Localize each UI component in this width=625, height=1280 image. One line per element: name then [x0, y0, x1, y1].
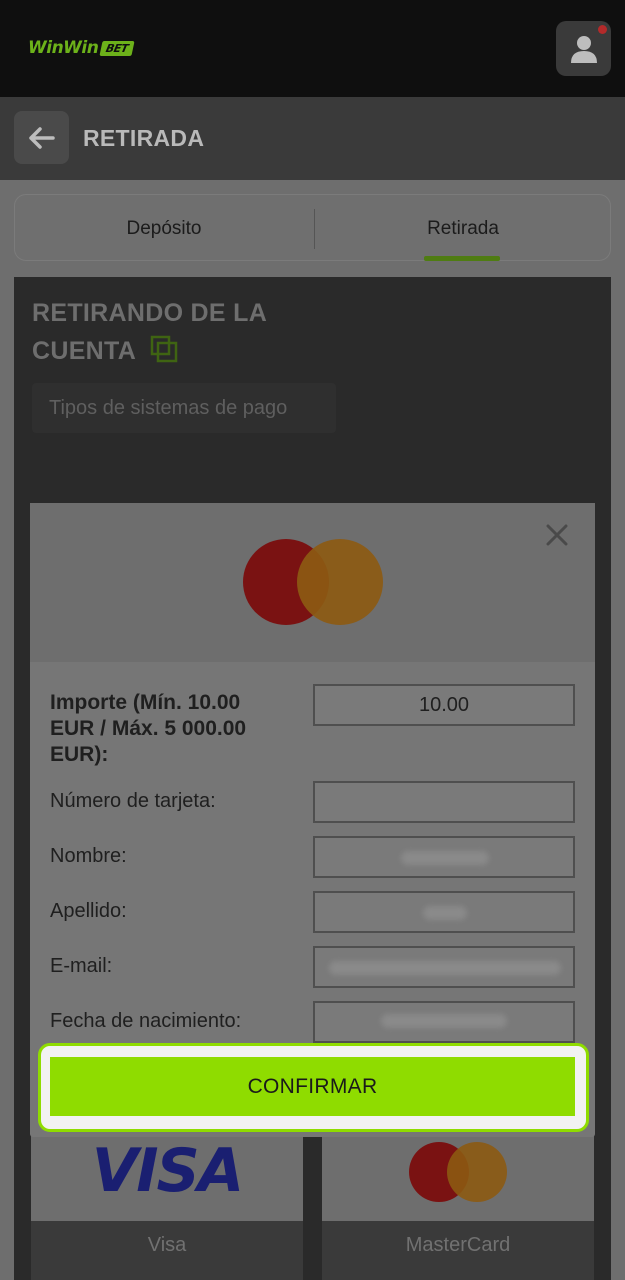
- surname-input[interactable]: [313, 891, 575, 933]
- method-card-visa[interactable]: VISA Visa: [31, 1122, 303, 1280]
- method-card-mastercard[interactable]: MasterCard: [322, 1122, 594, 1280]
- tab-bar: Depósito Retirada: [14, 194, 611, 261]
- page-title: RETIRADA: [83, 125, 205, 151]
- mastercard-logo: [243, 539, 383, 625]
- method-label: Visa: [147, 1234, 187, 1256]
- name-label: Nombre:: [50, 845, 127, 867]
- card-number-input[interactable]: [313, 781, 575, 823]
- confirm-button[interactable]: CONFIRMAR: [50, 1057, 575, 1116]
- amount-label: Importe (Mín. 10.00 EUR / Máx. 5 000.00 …: [50, 691, 247, 766]
- mastercard-logo: [409, 1142, 507, 1202]
- user-icon: [570, 35, 597, 63]
- tab-retirada[interactable]: Retirada: [314, 195, 612, 262]
- close-icon: [546, 524, 568, 546]
- logo-text: WinWin: [28, 38, 99, 58]
- email-label: E-mail:: [50, 955, 113, 977]
- arrow-left-icon: [28, 126, 55, 149]
- visa-logo: VISA: [91, 1136, 244, 1206]
- birthdate-input[interactable]: [313, 1001, 575, 1043]
- tab-deposito[interactable]: Depósito: [15, 195, 313, 262]
- amount-input[interactable]: 10.00: [313, 684, 575, 726]
- email-input[interactable]: [313, 946, 575, 988]
- blurred-value: [423, 906, 467, 920]
- blurred-value: [381, 1014, 507, 1028]
- card-number-label: Número de tarjeta:: [50, 790, 216, 812]
- copy-icon[interactable]: [150, 335, 178, 363]
- method-label: MasterCard: [405, 1234, 511, 1256]
- back-button[interactable]: [14, 111, 69, 164]
- logo-badge: BET: [99, 40, 135, 56]
- name-input[interactable]: [313, 836, 575, 878]
- blurred-value: [329, 961, 561, 975]
- page-header: RETIRADA: [0, 97, 625, 180]
- notification-dot: [598, 25, 607, 34]
- winwinbet-logo[interactable]: WinWin BET: [28, 38, 135, 58]
- blurred-value: [401, 851, 489, 865]
- active-tab-indicator: [424, 256, 500, 261]
- section-title: RETIRANDO DE LA CUENTA: [32, 299, 267, 365]
- surname-label: Apellido:: [50, 900, 127, 922]
- payment-type-select[interactable]: Tipos de sistemas de pago: [32, 383, 336, 433]
- close-button[interactable]: [540, 518, 574, 552]
- birthdate-label: Fecha de nacimiento:: [50, 1010, 242, 1032]
